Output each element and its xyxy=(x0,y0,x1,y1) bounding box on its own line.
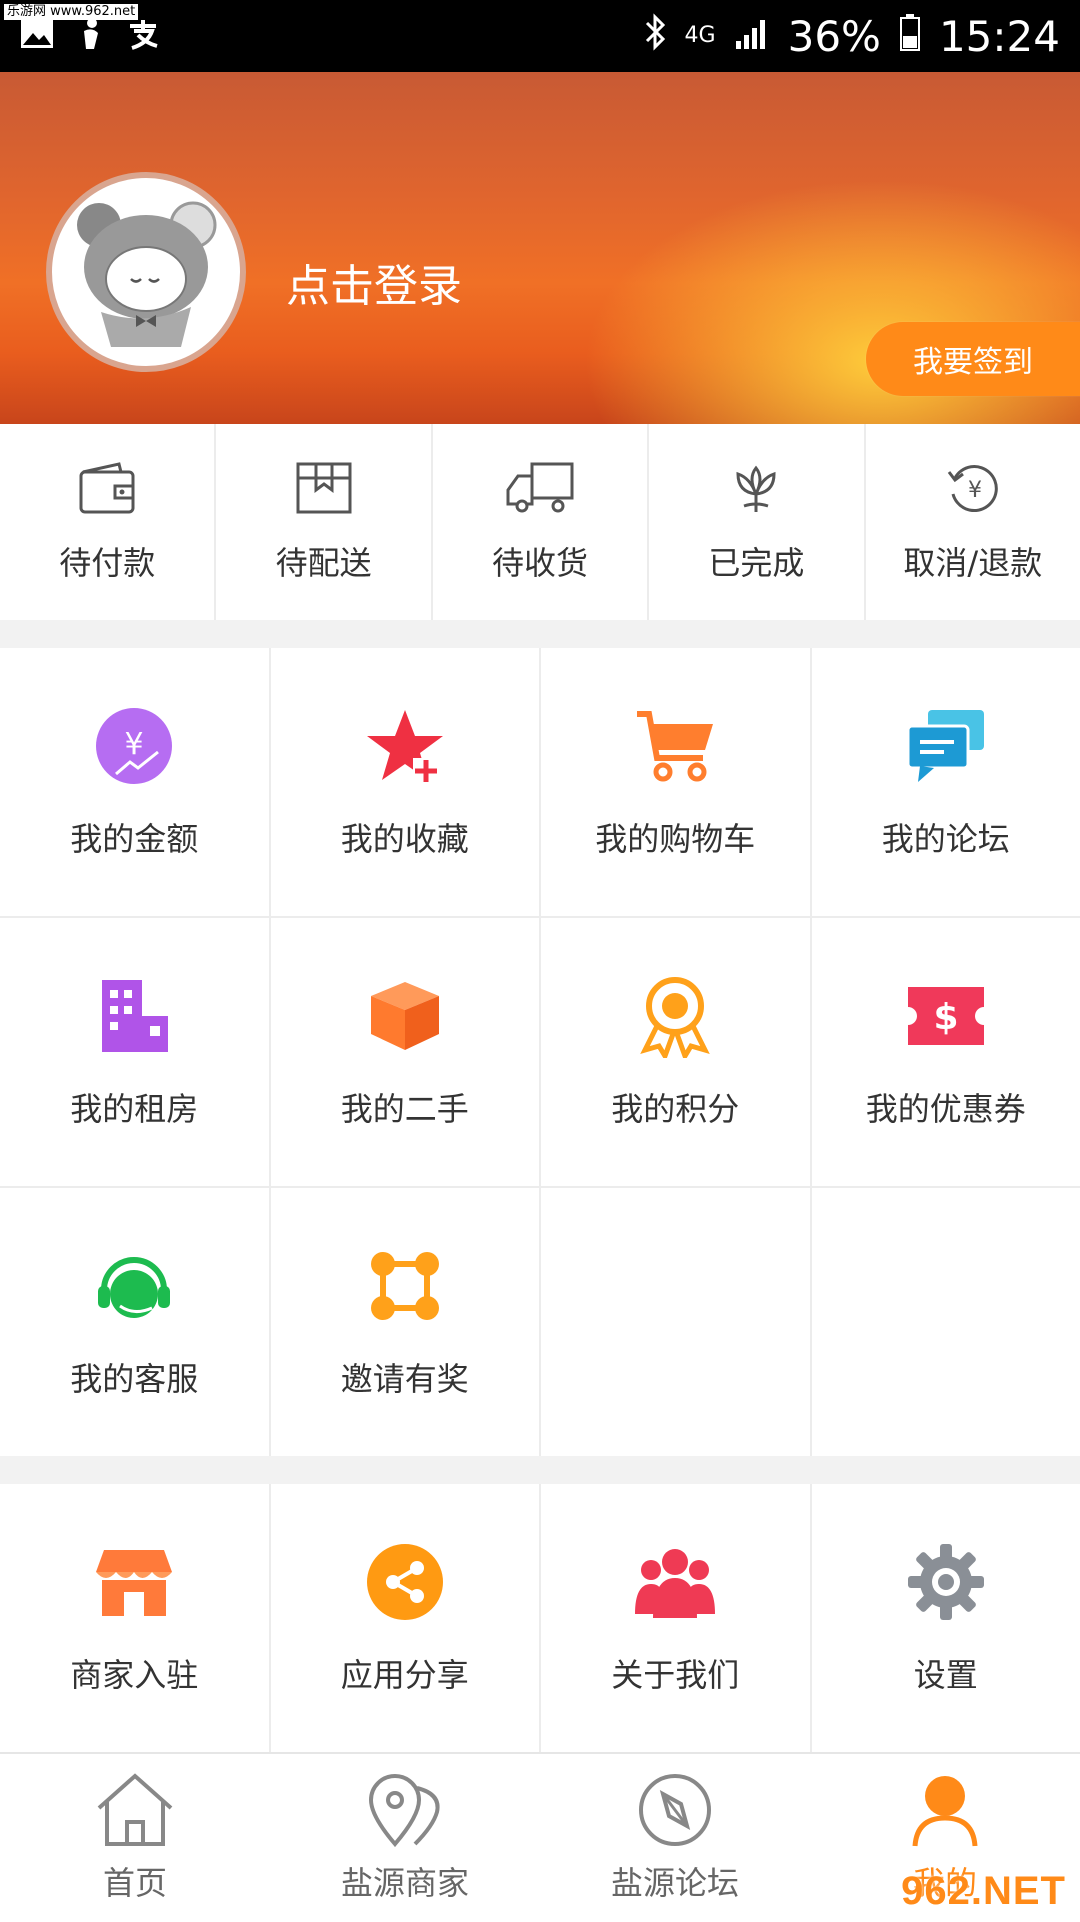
watermark-text: 乐游网 www.962.net xyxy=(4,4,138,20)
menu-my-balance[interactable]: ¥ 我的金额 xyxy=(0,648,269,916)
menu-settings[interactable]: 设置 xyxy=(812,1484,1080,1752)
menu-label: 邀请有奖 xyxy=(341,1354,469,1400)
refund-icon: ¥ xyxy=(943,460,1003,520)
order-label: 待配送 xyxy=(276,538,372,584)
menu-my-rental[interactable]: 我的租房 xyxy=(0,918,269,1186)
network-icon xyxy=(363,1244,447,1328)
menu-label: 我的租房 xyxy=(70,1084,198,1130)
cart-icon xyxy=(633,704,717,788)
nav-label: 盐源商家 xyxy=(341,1858,469,1904)
status-bar: 乐游网 www.962.net 4G 36% 15:24 xyxy=(0,0,1080,72)
watermark-logo: 962.NET xyxy=(901,1869,1066,1914)
menu-my-cart[interactable]: 我的购物车 xyxy=(541,648,810,916)
signin-button[interactable]: 我要签到 xyxy=(866,322,1080,396)
nav-label: 盐源论坛 xyxy=(611,1858,739,1904)
compass-icon xyxy=(635,1772,715,1852)
flower-icon xyxy=(728,460,784,520)
profile-header: 点击登录 我要签到 xyxy=(0,72,1080,424)
bottom-nav: 首页 盐源商家 盐源论坛 我的 962.NET xyxy=(0,1752,1080,1922)
menu-my-secondhand[interactable]: 我的二手 xyxy=(271,918,540,1186)
more-grid: 商家入驻 应用分享 关于我们 设置 xyxy=(0,1484,1080,1752)
menu-label: 应用分享 xyxy=(341,1650,469,1696)
home-icon xyxy=(95,1772,175,1852)
menu-about-us[interactable]: 关于我们 xyxy=(541,1484,810,1752)
menu-label: 我的论坛 xyxy=(882,814,1010,860)
building-icon xyxy=(92,974,176,1058)
map-pin-icon xyxy=(365,1772,445,1852)
order-label: 待收货 xyxy=(492,538,588,584)
nav-forum[interactable]: 盐源论坛 xyxy=(540,1754,810,1922)
login-link[interactable]: 点击登录 xyxy=(286,250,462,314)
bluetooth-icon xyxy=(643,12,667,61)
bear-avatar-icon xyxy=(61,187,231,357)
network-type: 4G xyxy=(685,25,716,47)
nav-merchants[interactable]: 盐源商家 xyxy=(270,1754,540,1922)
svg-text:$: $ xyxy=(933,997,958,1038)
headset-icon xyxy=(92,1244,176,1328)
order-refund[interactable]: ¥ 取消/退款 xyxy=(866,424,1080,620)
menu-label: 我的购物车 xyxy=(595,814,755,860)
avatar[interactable] xyxy=(46,172,246,372)
money-icon: ¥ xyxy=(92,704,176,788)
battery-icon xyxy=(899,12,921,61)
gear-icon xyxy=(904,1540,988,1624)
menu-label: 设置 xyxy=(914,1650,978,1696)
menu-label: 商家入驻 xyxy=(70,1650,198,1696)
menu-merchant-join[interactable]: 商家入驻 xyxy=(0,1484,269,1752)
package-icon xyxy=(292,460,356,520)
menu-label: 我的积分 xyxy=(611,1084,739,1130)
menu-my-forum[interactable]: 我的论坛 xyxy=(812,648,1080,916)
clock: 15:24 xyxy=(939,12,1060,61)
menu-label: 我的优惠券 xyxy=(866,1084,1026,1130)
menu-app-share[interactable]: 应用分享 xyxy=(271,1484,540,1752)
order-label: 已完成 xyxy=(708,538,804,584)
menu-empty-cell xyxy=(812,1188,1080,1456)
menu-label: 我的二手 xyxy=(341,1084,469,1130)
menu-label: 我的收藏 xyxy=(341,814,469,860)
menu-invite-reward[interactable]: 邀请有奖 xyxy=(271,1188,540,1456)
svg-text:¥: ¥ xyxy=(968,478,982,503)
nav-home[interactable]: 首页 xyxy=(0,1754,270,1922)
menu-empty-cell xyxy=(541,1188,810,1456)
wallet-icon xyxy=(75,460,139,520)
menu-label: 我的金额 xyxy=(70,814,198,860)
menu-label: 关于我们 xyxy=(611,1650,739,1696)
nav-label: 首页 xyxy=(103,1858,167,1904)
order-pending-receipt[interactable]: 待收货 xyxy=(433,424,649,620)
order-completed[interactable]: 已完成 xyxy=(649,424,865,620)
chat-icon xyxy=(904,704,988,788)
image-icon xyxy=(20,19,54,53)
menu-label: 我的客服 xyxy=(70,1354,198,1400)
menu-my-coupons[interactable]: $ 我的优惠券 xyxy=(812,918,1080,1186)
battery-level: 36% xyxy=(788,12,881,61)
order-pending-payment[interactable]: 待付款 xyxy=(0,424,216,620)
truck-icon xyxy=(504,460,576,520)
shop-icon xyxy=(92,1540,176,1624)
order-pending-delivery[interactable]: 待配送 xyxy=(216,424,432,620)
signal-icon xyxy=(734,12,770,61)
menu-my-favorites[interactable]: 我的收藏 xyxy=(271,648,540,916)
notification-icon xyxy=(76,17,104,55)
alipay-icon xyxy=(126,17,160,55)
share-icon xyxy=(363,1540,447,1624)
menu-my-points[interactable]: 我的积分 xyxy=(541,918,810,1186)
users-icon xyxy=(633,1540,717,1624)
star-plus-icon xyxy=(363,704,447,788)
order-label: 取消/退款 xyxy=(903,538,1042,584)
order-status-row: 待付款 待配送 待收货 已完成 ¥ 取消/退款 xyxy=(0,424,1080,620)
box-icon xyxy=(363,974,447,1058)
user-icon xyxy=(905,1772,985,1852)
menu-customer-service[interactable]: 我的客服 xyxy=(0,1188,269,1456)
svg-text:¥: ¥ xyxy=(125,727,144,762)
coupon-icon: $ xyxy=(904,974,988,1058)
medal-icon xyxy=(633,974,717,1058)
order-label: 待付款 xyxy=(59,538,155,584)
menu-grid: ¥ 我的金额 我的收藏 我的购物车 我的论坛 我的租房 我的二手 xyxy=(0,648,1080,1456)
